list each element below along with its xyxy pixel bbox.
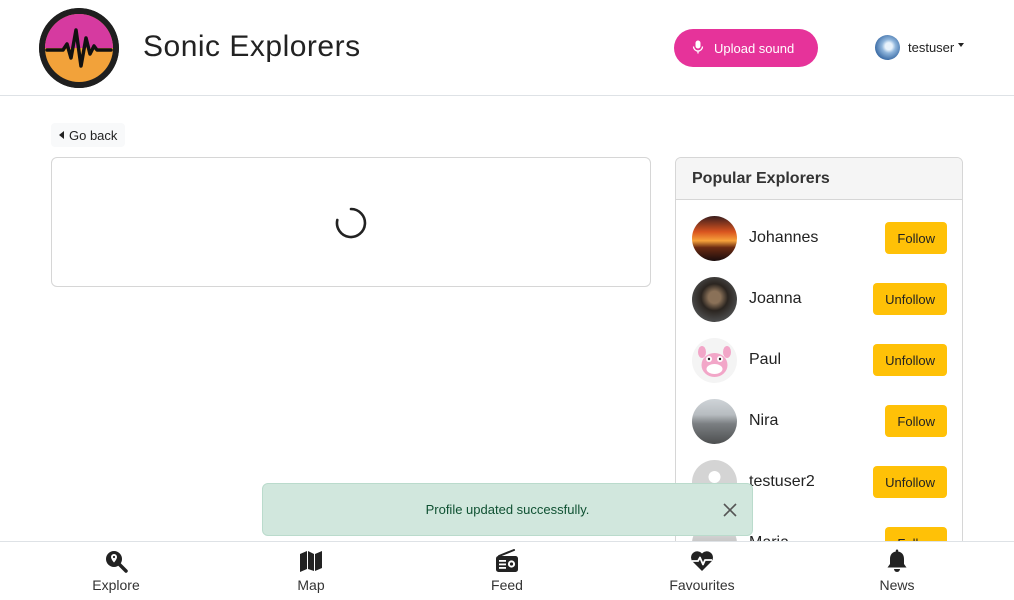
success-toast: Profile updated successfully. — [262, 483, 753, 536]
nav-label: Favourites — [669, 577, 735, 593]
avatar[interactable] — [692, 398, 737, 444]
avatar[interactable] — [692, 337, 737, 383]
radio-icon — [496, 549, 518, 572]
nav-label: Map — [297, 577, 325, 593]
explorer-row: Nira Follow — [692, 398, 947, 444]
unfollow-button[interactable]: Unfollow — [873, 466, 947, 498]
top-navbar: Sonic Explorers Upload sound testuser — [0, 0, 1014, 96]
upload-sound-button[interactable]: Upload sound — [674, 29, 818, 67]
explorer-row: Paul Unfollow — [692, 337, 947, 383]
explorer-name[interactable]: Nira — [749, 412, 885, 430]
nav-news[interactable]: News — [837, 542, 957, 600]
avatar[interactable] — [692, 215, 737, 261]
follow-button[interactable]: Follow — [885, 222, 947, 254]
user-menu[interactable]: testuser — [875, 35, 965, 60]
user-avatar — [875, 35, 900, 60]
username-label: testuser — [908, 40, 955, 55]
search-location-icon — [106, 551, 128, 573]
popular-explorers-title: Popular Explorers — [676, 158, 962, 200]
map-icon — [300, 551, 322, 572]
nav-favourites[interactable]: Favourites — [642, 542, 762, 600]
sonic-explorers-logo[interactable] — [39, 8, 119, 88]
nav-feed[interactable]: Feed — [447, 542, 567, 600]
explorer-name[interactable]: testuser2 — [749, 473, 873, 491]
unfollow-button[interactable]: Unfollow — [873, 344, 947, 376]
microphone-icon — [692, 40, 704, 57]
nav-label: Feed — [491, 577, 523, 593]
go-back-button[interactable]: Go back — [51, 123, 126, 147]
nav-map[interactable]: Map — [251, 542, 371, 600]
explorer-row: Joanna Unfollow — [692, 276, 947, 322]
loading-spinner-icon — [335, 207, 367, 239]
avatar[interactable] — [692, 276, 737, 322]
caret-left-icon — [59, 131, 64, 139]
explorer-row: Johannes Follow — [692, 215, 947, 261]
nav-label: Explore — [92, 577, 140, 593]
nav-explore[interactable]: Explore — [56, 542, 176, 600]
heartbeat-icon — [691, 551, 713, 571]
explorer-name[interactable]: Johannes — [749, 229, 885, 247]
explorer-name[interactable]: Joanna — [749, 290, 873, 308]
unfollow-button[interactable]: Unfollow — [873, 283, 947, 315]
explorer-name[interactable]: Paul — [749, 351, 873, 369]
close-icon[interactable] — [722, 502, 738, 518]
toast-message: Profile updated successfully. — [425, 502, 590, 517]
go-back-label: Go back — [69, 127, 118, 143]
brand-title[interactable]: Sonic Explorers — [143, 30, 361, 64]
follow-button[interactable]: Follow — [885, 405, 947, 437]
upload-sound-label: Upload sound — [714, 40, 795, 56]
nav-label: News — [879, 577, 915, 593]
profile-card — [51, 157, 651, 287]
caret-down-icon — [958, 42, 965, 47]
bell-icon — [887, 549, 907, 572]
bottom-navigation: Explore Map Feed Favourites News — [0, 541, 1014, 600]
